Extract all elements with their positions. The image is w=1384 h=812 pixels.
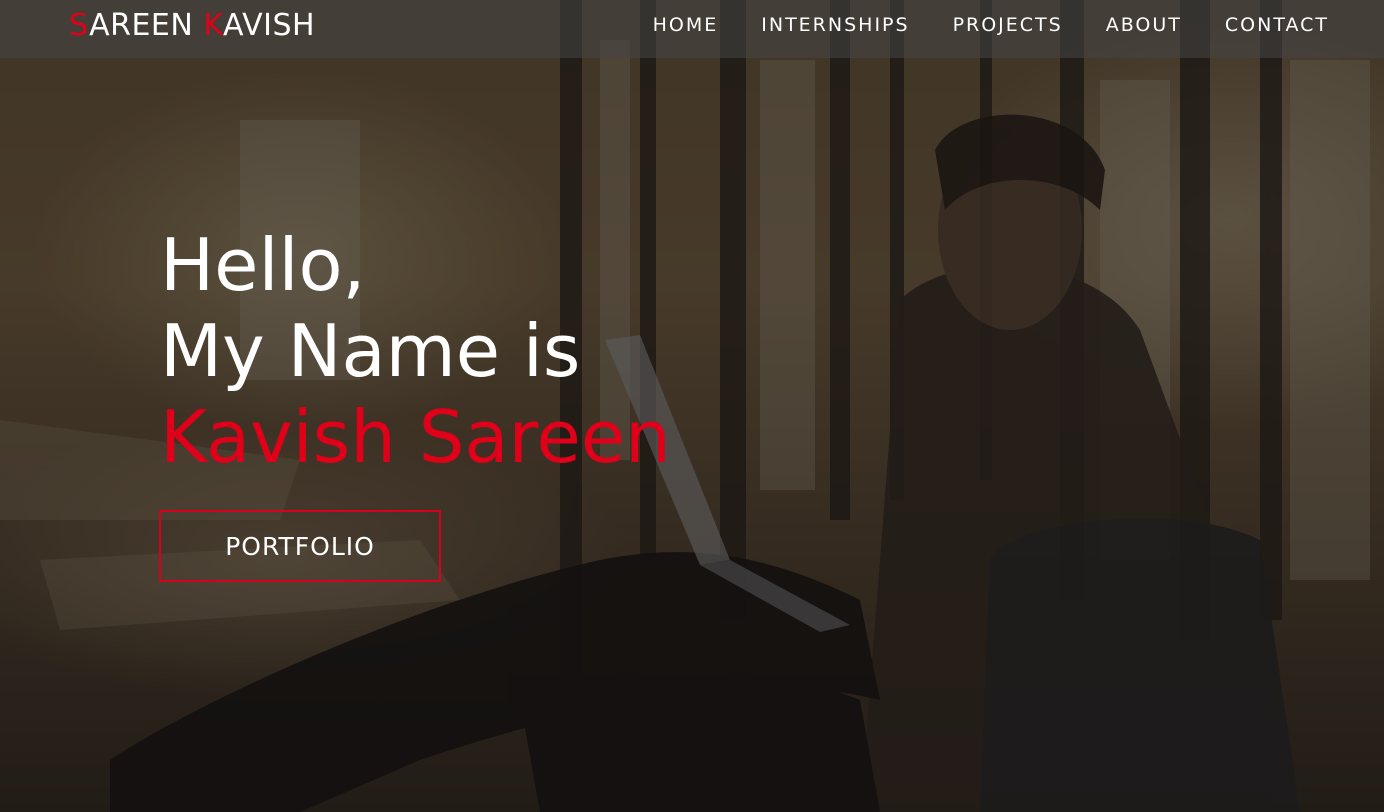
nav-link-home[interactable]: HOME [653, 14, 719, 36]
page: SAREEN KAVISH HOME INTERNSHIPS PROJECTS … [0, 0, 1384, 812]
brand-first-rest: AREEN [89, 8, 204, 43]
hero-intro: My Name is [160, 309, 581, 393]
nav-link-contact[interactable]: CONTACT [1225, 14, 1329, 36]
portfolio-button[interactable]: PORTFOLIO [159, 510, 441, 582]
nav-link-projects[interactable]: PROJECTS [953, 14, 1063, 36]
hero-heading: Hello, My Name is Kavish Sareen [160, 222, 671, 480]
brand-logo[interactable]: SAREEN KAVISH [69, 8, 315, 43]
brand-last-initial: K [203, 8, 224, 43]
hero-greeting: Hello, [160, 223, 366, 307]
brand-first-initial: S [69, 8, 90, 43]
top-navbar: SAREEN KAVISH HOME INTERNSHIPS PROJECTS … [0, 0, 1384, 58]
hero-name: Kavish Sareen [160, 395, 671, 479]
brand-last-rest: AVISH [223, 8, 316, 43]
nav-link-internships[interactable]: INTERNSHIPS [761, 14, 909, 36]
nav-link-about[interactable]: ABOUT [1106, 14, 1182, 36]
nav-links: HOME INTERNSHIPS PROJECTS ABOUT CONTACT [653, 14, 1329, 36]
